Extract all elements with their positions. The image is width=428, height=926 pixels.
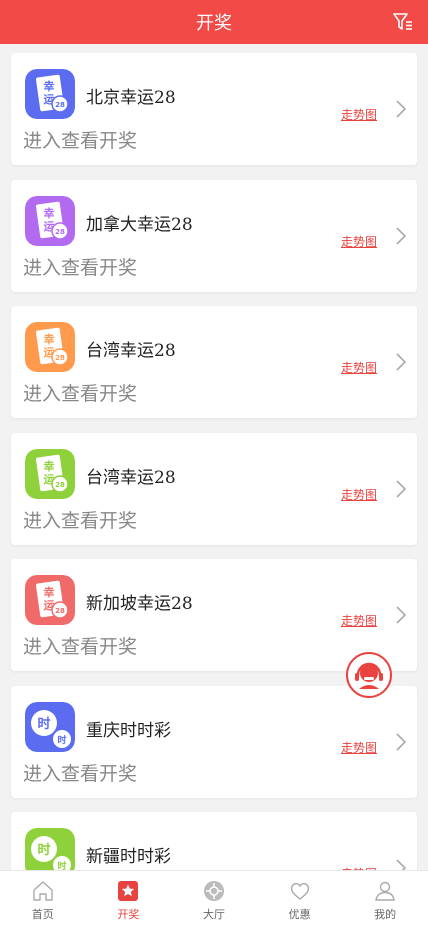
- trend-chart-link[interactable]: 走势图: [341, 486, 377, 503]
- lottery-ticket-icon: 幸 运 28: [25, 322, 75, 372]
- lottery-card[interactable]: 幸 运 28 北京幸运28 进入查看开奖 走势图: [11, 53, 417, 165]
- home-icon: [33, 881, 53, 901]
- view-results-text: 进入查看开奖: [23, 256, 138, 279]
- tab-label: 开奖: [117, 908, 140, 921]
- lottery-name: 北京幸运28: [86, 88, 176, 108]
- trend-chart-link[interactable]: 走势图: [341, 739, 377, 756]
- icon-badge: 28: [55, 228, 65, 236]
- tab-1[interactable]: 首页: [0, 871, 86, 926]
- hall-icon: [203, 881, 224, 901]
- icon-char-1: 时: [37, 716, 50, 732]
- lottery-name: 加拿大幸运28: [86, 214, 193, 235]
- tab-5[interactable]: 我的: [342, 871, 428, 926]
- bottom-tab-bar: 首页 开奖 大厅 优惠 我的: [0, 870, 428, 926]
- icon-char-1: 时: [37, 842, 50, 858]
- header-bar: 开奖: [0, 0, 428, 44]
- lottery-list: 幸 运 28 北京幸运28 进入查看开奖 走势图 幸 运 28 加拿大幸运28 …: [0, 44, 428, 870]
- icon-badge: 28: [55, 101, 65, 109]
- lottery-name: 台湾幸运28: [86, 467, 176, 488]
- lottery-ball-icon: 时 时: [25, 828, 75, 870]
- icon-char-1: 幸: [44, 459, 55, 473]
- chevron-right-icon: [396, 226, 407, 245]
- lottery-ticket-icon: 幸 运 28: [25, 195, 75, 246]
- lottery-ball-icon: 时 时: [25, 701, 75, 752]
- chevron-right-icon: [396, 479, 407, 498]
- icon-char-2: 时: [57, 734, 66, 746]
- lottery-name: 重庆时时彩: [86, 720, 171, 741]
- icon-char-1: 幸: [44, 206, 55, 220]
- tab-2[interactable]: 开奖: [86, 871, 172, 926]
- tab-3[interactable]: 大厅: [171, 871, 257, 926]
- tab-label: 首页: [31, 908, 54, 921]
- star-icon: [118, 881, 139, 901]
- tab-label: 大厅: [202, 908, 225, 921]
- icon-char-1: 幸: [44, 79, 55, 93]
- icon-badge: 28: [55, 607, 65, 615]
- lottery-name: 台湾幸运28: [86, 341, 176, 361]
- lottery-card[interactable]: 幸 运 28 台湾幸运28 进入查看开奖 走势图: [11, 432, 417, 545]
- view-results-text: 进入查看开奖: [23, 509, 138, 532]
- lottery-ticket-icon: 幸 运 28: [25, 448, 75, 499]
- filter-icon[interactable]: [392, 11, 414, 33]
- lottery-card[interactable]: 幸 运 28 加拿大幸运28 进入查看开奖 走势图: [11, 179, 417, 292]
- lottery-ticket-icon: 幸 运 28: [25, 575, 75, 625]
- icon-char-1: 幸: [44, 585, 55, 599]
- tab-4[interactable]: 优惠: [257, 871, 343, 926]
- view-results-text: 进入查看开奖: [23, 762, 138, 785]
- tab-label: 我的: [374, 908, 397, 921]
- view-results-text: 进入查看开奖: [23, 383, 138, 405]
- chevron-right-icon: [396, 606, 407, 624]
- lottery-card[interactable]: 时 时 重庆时时彩 进入查看开奖 走势图: [11, 685, 417, 798]
- chevron-right-icon: [396, 353, 407, 371]
- icon-char-1: 幸: [44, 332, 55, 346]
- trend-chart-link[interactable]: 走势图: [341, 106, 377, 123]
- tab-label: 优惠: [288, 908, 311, 921]
- customer-service-icon[interactable]: [345, 651, 393, 699]
- lottery-ticket-icon: 幸 运 28: [25, 69, 75, 119]
- lottery-name: 新加坡幸运28: [86, 594, 193, 614]
- icon-char-2: 时: [57, 860, 66, 870]
- trend-chart-link[interactable]: 走势图: [341, 612, 377, 629]
- lottery-card[interactable]: 时 时 新疆时时彩 进入查看开奖 走势图: [11, 812, 417, 870]
- icon-badge: 28: [55, 354, 65, 362]
- page-title: 开奖: [196, 13, 232, 34]
- view-results-text: 进入查看开奖: [23, 130, 138, 152]
- chevron-right-icon: [396, 100, 407, 118]
- trend-chart-link[interactable]: 走势图: [341, 359, 377, 376]
- chevron-right-icon: [396, 732, 407, 751]
- user-icon: [375, 881, 395, 901]
- chevron-right-icon: [396, 859, 407, 870]
- lottery-card[interactable]: 幸 运 28 台湾幸运28 进入查看开奖 走势图: [11, 306, 417, 418]
- icon-badge: 28: [55, 481, 65, 489]
- view-results-text: 进入查看开奖: [23, 636, 138, 658]
- heart-icon: [290, 882, 309, 900]
- lottery-name: 新疆时时彩: [86, 847, 171, 867]
- trend-chart-link[interactable]: 走势图: [341, 233, 377, 250]
